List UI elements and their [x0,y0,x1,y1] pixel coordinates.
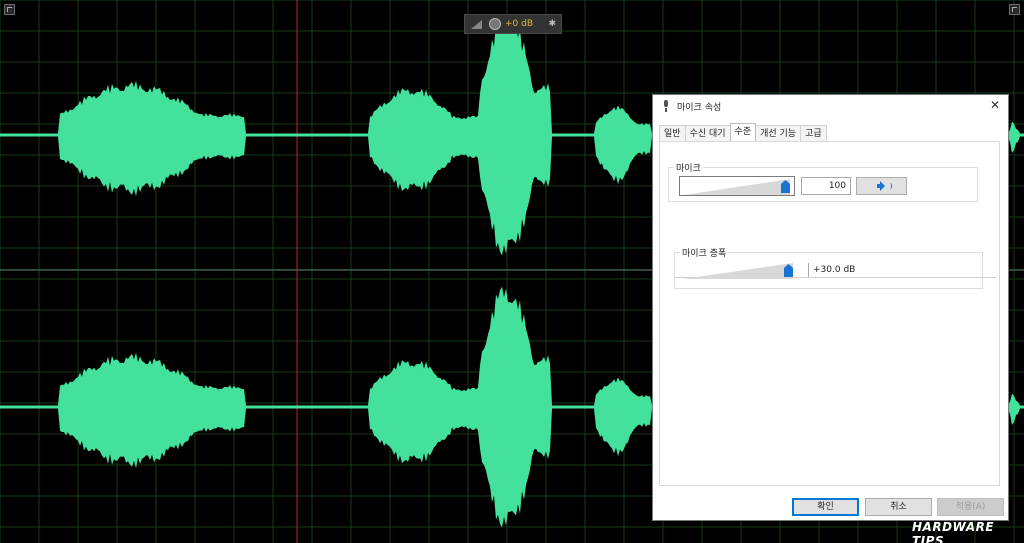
volume-ramp-icon [471,18,483,30]
gain-readout: +0 dB [505,19,534,29]
sound-wave-icon [888,183,892,189]
speaker-icon [877,181,885,191]
mic-level-slider[interactable] [679,176,795,196]
watermark: HARDWARE TIPS [912,520,995,543]
tab-strip: 일반 수신 대기 수준 개선 기능 고급 [659,123,827,141]
mic-boost-track [683,263,793,279]
levels-panel: 마이크 100 마이크 증폭 +30.0 dB [659,141,1000,486]
gain-knob-icon[interactable] [489,18,501,30]
tab-general[interactable]: 일반 [659,125,686,141]
tab-levels[interactable]: 수준 [729,123,757,141]
mic-boost-slider[interactable] [679,261,797,281]
zoom-fit-icon[interactable] [1009,4,1020,15]
mic-boost-group: 마이크 증폭 +30.0 dB [674,246,983,289]
mic-level-label: 마이크 [674,161,703,174]
gain-hud[interactable]: +0 dB ✱ [464,14,562,34]
apply-button[interactable]: 적용(A) [937,498,1004,516]
zoom-fit-icon[interactable] [4,4,15,15]
mic-boost-label: 마이크 증폭 [680,246,729,259]
mute-button[interactable] [856,177,907,195]
tab-enhancements[interactable]: 개선 기능 [755,125,802,141]
mic-level-group: 마이크 100 [668,161,978,202]
mic-properties-dialog: 마이크 속성 ✕ 일반 수신 대기 수준 개선 기능 고급 마이크 100 마이… [652,94,1009,521]
cancel-button[interactable]: 취소 [865,498,932,516]
titlebar: 마이크 속성 ✕ [653,95,1008,117]
dialog-title: 마이크 속성 [677,102,722,113]
tab-advanced[interactable]: 고급 [800,125,827,141]
pin-icon[interactable]: ✱ [548,19,556,29]
tab-listen[interactable]: 수신 대기 [684,125,731,141]
close-button[interactable]: ✕ [988,98,1002,112]
ok-button[interactable]: 확인 [792,498,859,516]
mic-level-value[interactable]: 100 [801,177,851,195]
mic-level-track [684,179,790,195]
microphone-icon [661,100,671,112]
mic-boost-value: +30.0 dB [808,263,860,277]
